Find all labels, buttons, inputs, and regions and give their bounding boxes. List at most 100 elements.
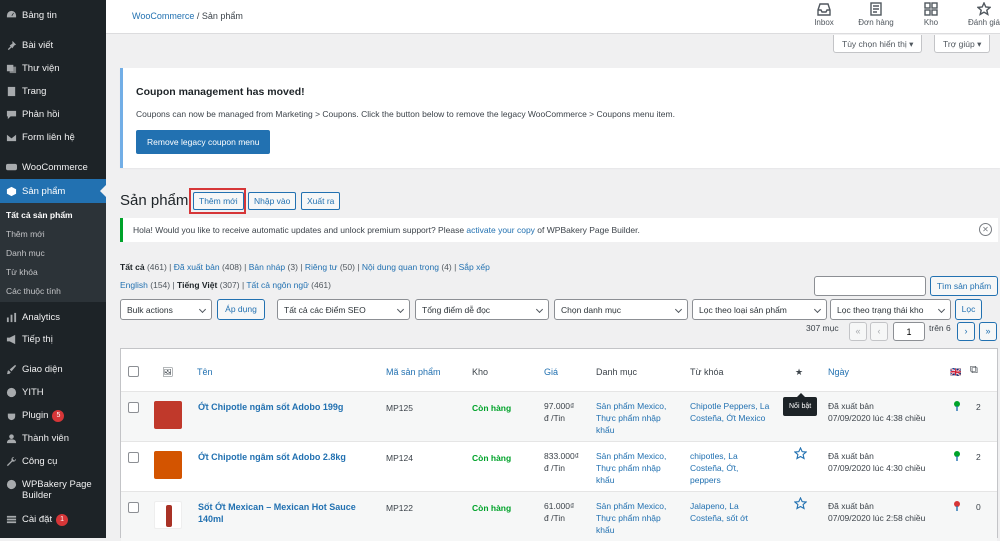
sidebar-item-settings[interactable]: Cài đặt 1 xyxy=(0,514,106,526)
sidebar-item-plugins[interactable]: Plugin 5 xyxy=(0,410,106,422)
view-cornerstone[interactable]: Nội dung quan trọng xyxy=(362,262,439,272)
sidebar-item-contact-form[interactable]: Form liên hệ xyxy=(0,132,106,143)
product-thumbnail[interactable] xyxy=(154,451,182,479)
featured-star-icon[interactable] xyxy=(794,447,807,460)
sidebar-item-users[interactable]: Thành viên xyxy=(0,433,106,444)
search-input[interactable] xyxy=(814,276,926,296)
remove-legacy-coupon-button[interactable]: Remove legacy coupon menu xyxy=(136,130,271,154)
product-tags[interactable]: Chipotle Peppers, La Costeña, Ớt Mexico xyxy=(690,400,769,424)
view-sort[interactable]: Sắp xếp xyxy=(459,262,490,272)
column-date[interactable]: Ngày xyxy=(828,367,849,377)
inbox-button[interactable]: Inbox xyxy=(804,2,844,27)
stock-status: Còn hàng xyxy=(472,503,512,513)
submenu-add-new[interactable]: Thêm mới xyxy=(6,229,45,239)
column-price[interactable]: Giá xyxy=(544,367,558,377)
translation-pin-icon[interactable] xyxy=(953,401,961,411)
sidebar-item-label: Trang xyxy=(22,86,47,97)
translation-pin-icon[interactable] xyxy=(953,501,961,511)
product-tags[interactable]: chipotles, La Costeña, Ớt, peppers xyxy=(690,450,738,486)
sidebar-item-pages[interactable]: Trang xyxy=(0,86,106,97)
import-button[interactable]: Nhập vào xyxy=(248,192,297,210)
sidebar-item-label: WPBakery Page Builder xyxy=(22,479,92,501)
submenu-attributes[interactable]: Các thuộc tính xyxy=(6,286,61,296)
export-button[interactable]: Xuất ra xyxy=(301,192,341,210)
wpbakery-notice-text-end: of WPBakery Page Builder. xyxy=(534,225,640,235)
first-page-button[interactable]: « xyxy=(849,322,867,341)
sidebar-item-marketing[interactable]: Tiếp thị xyxy=(0,334,106,345)
current-page-input[interactable] xyxy=(893,322,925,341)
last-page-button[interactable]: » xyxy=(979,322,997,341)
sidebar-item-dashboard[interactable]: Bảng tin xyxy=(0,10,106,21)
lang-vietnamese[interactable]: Tiếng Việt xyxy=(177,280,217,290)
sidebar-item-analytics[interactable]: Analytics xyxy=(0,312,106,323)
view-private[interactable]: Riêng tư xyxy=(305,262,338,272)
sidebar-item-wpbakery[interactable]: WPBakery Page Builder xyxy=(0,479,104,501)
product-categories[interactable]: Sản phẩm Mexico, Thực phẩm nhập khẩu xyxy=(596,500,666,536)
view-count: (307) xyxy=(219,280,240,290)
category-select[interactable]: Chọn danh mục xyxy=(554,299,688,320)
product-price: 97.000₫ đ /Tin xyxy=(544,400,574,424)
stock-button[interactable]: Kho xyxy=(911,2,951,27)
row-checkbox[interactable] xyxy=(128,452,139,463)
view-published[interactable]: Đã xuất bản xyxy=(174,262,220,272)
bulk-actions-select[interactable]: Bulk actions xyxy=(120,299,212,320)
star-icon xyxy=(977,2,991,16)
seo-score-select[interactable]: Tất cả các Điểm SEO xyxy=(277,299,410,320)
sidebar-item-tools[interactable]: Công cụ xyxy=(0,456,106,467)
submenu-categories[interactable]: Danh mục xyxy=(6,248,45,258)
sidebar-item-posts[interactable]: Bài viết xyxy=(0,40,106,51)
submenu-all-products[interactable]: Tất cả sản phẩm xyxy=(6,210,73,220)
submenu-tags[interactable]: Từ khóa xyxy=(6,267,38,277)
lang-all[interactable]: Tất cả ngôn ngữ xyxy=(246,280,308,290)
filter-button[interactable]: Lọc xyxy=(955,299,982,320)
dismiss-icon[interactable]: ✕ xyxy=(979,223,992,236)
product-categories[interactable]: Sản phẩm Mexico, Thực phẩm nhập khẩu xyxy=(596,450,666,486)
stock-status-select[interactable]: Lọc theo trạng thái kho xyxy=(830,299,951,320)
column-sku[interactable]: Mã sản phẩm xyxy=(386,367,441,377)
product-type-select[interactable]: Lọc theo loại sản phẩm xyxy=(692,299,827,320)
next-page-button[interactable]: › xyxy=(957,322,975,341)
product-name-link[interactable]: Sốt Ớt Mexican – Mexican Hot Sauce 140ml xyxy=(198,501,356,525)
wrench-icon xyxy=(6,456,17,467)
activate-link[interactable]: activate your copy xyxy=(466,225,535,235)
sidebar-item-woocommerce[interactable]: WooCommerce xyxy=(0,162,106,173)
view-all[interactable]: Tất cả xyxy=(120,262,145,272)
woocommerce-header: WooCommerce / Sản phẩm Inbox Đơn hàng Kh… xyxy=(106,0,1000,34)
product-date: Đã xuất bản 07/09/2020 lúc 4:30 chiều xyxy=(828,450,925,474)
row-checkbox[interactable] xyxy=(128,502,139,513)
select-all-checkbox[interactable] xyxy=(128,366,139,377)
row-checkbox[interactable] xyxy=(128,402,139,413)
sidebar-item-yith[interactable]: YITH xyxy=(0,387,106,398)
product-thumbnail[interactable] xyxy=(154,401,182,429)
apply-button[interactable]: Áp dụng xyxy=(217,299,265,320)
product-categories[interactable]: Sản phẩm Mexico, Thực phẩm nhập khẩu xyxy=(596,400,666,436)
translation-pin-icon[interactable] xyxy=(953,451,961,461)
product-name-link[interactable]: Ớt Chipotle ngâm sốt Adobo 199g xyxy=(198,401,343,413)
view-draft[interactable]: Bản nháp xyxy=(249,262,285,272)
page-icon xyxy=(6,86,17,97)
product-name-link[interactable]: Ớt Chipotle ngâm sốt Adobo 2.8kg xyxy=(198,451,346,463)
price-unit: đ /Tin xyxy=(544,413,565,423)
prev-page-button[interactable]: ‹ xyxy=(870,322,888,341)
search-products-button[interactable]: Tìm sản phẩm xyxy=(930,276,998,296)
mail-icon xyxy=(6,132,17,143)
readability-select[interactable]: Tổng điểm dễ đọc xyxy=(415,299,549,320)
featured-column-icon[interactable]: ★ xyxy=(795,367,803,378)
featured-star-icon[interactable] xyxy=(794,497,807,510)
screen-options-button[interactable]: Tùy chọn hiển thị ▾ xyxy=(833,35,923,53)
breadcrumb-link-woocommerce[interactable]: WooCommerce xyxy=(132,11,194,21)
lang-english[interactable]: English xyxy=(120,280,148,290)
page-title: Sản phẩm xyxy=(120,192,189,209)
orders-button[interactable]: Đơn hàng xyxy=(856,2,896,27)
product-tags[interactable]: Jalapeno, La Costeña, sốt ớt xyxy=(690,500,748,524)
sidebar-item-comments[interactable]: Phản hồi xyxy=(0,109,106,120)
column-tags: Từ khóa xyxy=(690,367,724,377)
product-thumbnail[interactable] xyxy=(154,501,182,529)
help-button[interactable]: Trợ giúp ▾ xyxy=(934,35,991,53)
sidebar-item-appearance[interactable]: Giao diện xyxy=(0,364,106,375)
sidebar-item-media[interactable]: Thư viện xyxy=(0,63,106,74)
add-new-button[interactable]: Thêm mới xyxy=(193,192,244,210)
column-name[interactable]: Tên xyxy=(197,367,213,377)
sidebar-item-products[interactable]: Sản phẩm xyxy=(0,179,106,203)
reviews-button[interactable]: Đánh giá xyxy=(964,2,1000,27)
